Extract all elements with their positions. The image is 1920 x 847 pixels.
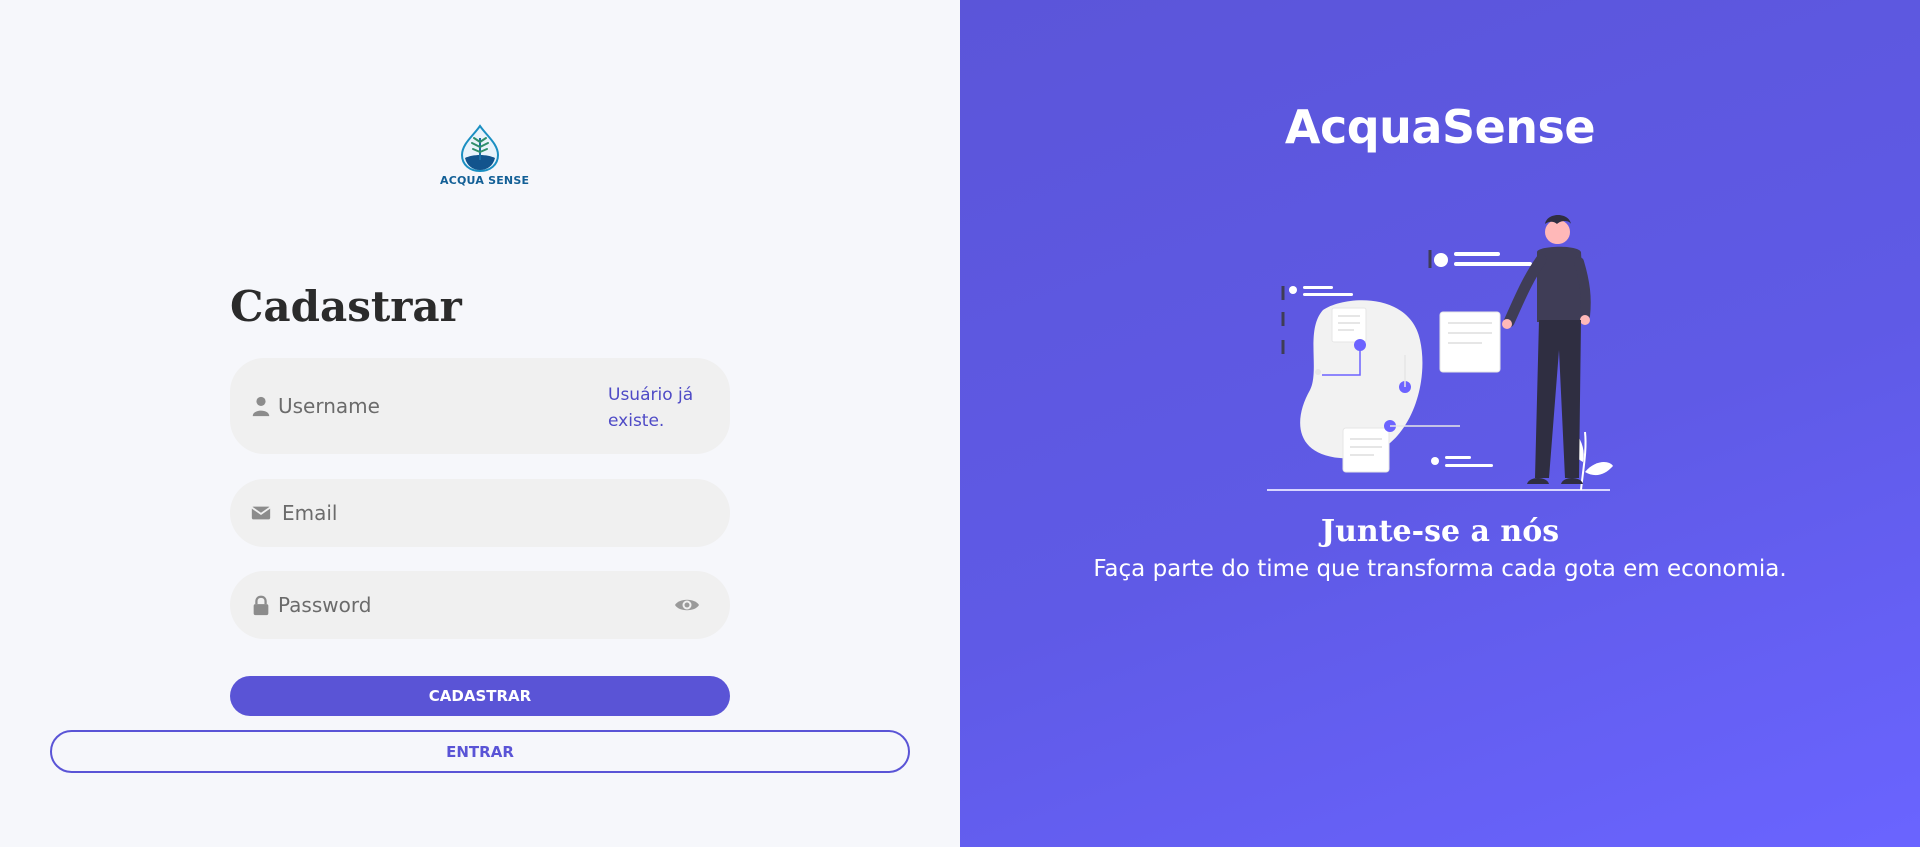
username-input[interactable] (278, 392, 578, 420)
password-input[interactable] (278, 591, 578, 619)
username-error: Usuário já existe. (608, 385, 694, 431)
email-field (230, 479, 730, 547)
promo-panel: AcquaSense Junte-se a nós Faça parte do … (960, 0, 1920, 847)
signup-panel: ACQUA SENSE Cadastrar Usuário já existe.… (0, 0, 960, 847)
signup-button[interactable]: CADASTRAR (230, 676, 730, 716)
username-field: Usuário já existe. (230, 358, 730, 454)
login-button[interactable]: ENTRAR (50, 730, 910, 773)
acqua-sense-logo: ACQUA SENSE (440, 124, 530, 194)
eye-icon[interactable] (674, 593, 700, 617)
email-input[interactable] (282, 499, 582, 527)
person-with-documents-illustration (1267, 215, 1613, 491)
water-drop-plant-icon (460, 124, 500, 172)
form-title: Cadastrar (230, 282, 462, 331)
logo-text: ACQUA SENSE (440, 174, 530, 187)
promo-title: Junte-se a nós (1320, 514, 1560, 549)
user-icon (252, 396, 270, 417)
brand-title: AcquaSense (1284, 100, 1596, 154)
promo-subtitle: Faça parte do time que transforma cada g… (1093, 556, 1787, 582)
lock-icon (253, 595, 269, 616)
envelope-icon (251, 506, 271, 520)
password-field (230, 571, 730, 639)
